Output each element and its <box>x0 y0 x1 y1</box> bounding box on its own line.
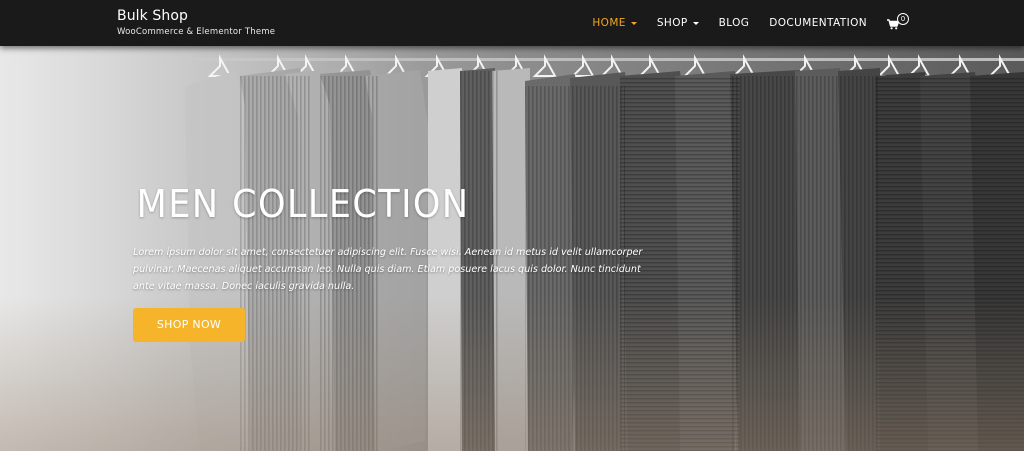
nav-item-documentation-label: DOCUMENTATION <box>769 17 867 29</box>
main-navigation: HOME SHOP BLOG DOCUMENTATION 0 <box>572 0 909 46</box>
nav-item-home-label: HOME <box>592 17 626 29</box>
cart-count-badge: 0 <box>897 13 909 25</box>
nav-item-shop[interactable]: SHOP <box>657 17 699 29</box>
shop-now-button[interactable]: SHOP NOW <box>133 308 245 342</box>
site-brand[interactable]: Bulk Shop WooCommerce & Elementor Theme <box>117 7 275 38</box>
nav-item-blog-label: BLOG <box>718 17 750 29</box>
nav-item-documentation[interactable]: DOCUMENTATION <box>769 17 867 29</box>
hero-description: Lorem ipsum dolor sit amet, consectetuer… <box>133 247 643 292</box>
nav-item-shop-label: SHOP <box>656 17 688 29</box>
site-header: Bulk Shop WooCommerce & Elementor Theme … <box>0 0 1024 46</box>
chevron-down-icon <box>692 22 699 25</box>
cart-button[interactable]: 0 <box>887 13 909 33</box>
nav-item-blog[interactable]: BLOG <box>719 17 750 29</box>
hero-title: MEN COLLECTION <box>136 182 470 226</box>
nav-item-home[interactable]: HOME <box>592 17 637 29</box>
chevron-down-icon <box>630 22 637 25</box>
site-title[interactable]: Bulk Shop <box>117 7 275 25</box>
hero-slider: MEN COLLECTION Lorem ipsum dolor sit ame… <box>0 46 1024 451</box>
site-tagline: WooCommerce & Elementor Theme <box>117 27 276 37</box>
hero-content: MEN COLLECTION Lorem ipsum dolor sit ame… <box>133 176 673 342</box>
